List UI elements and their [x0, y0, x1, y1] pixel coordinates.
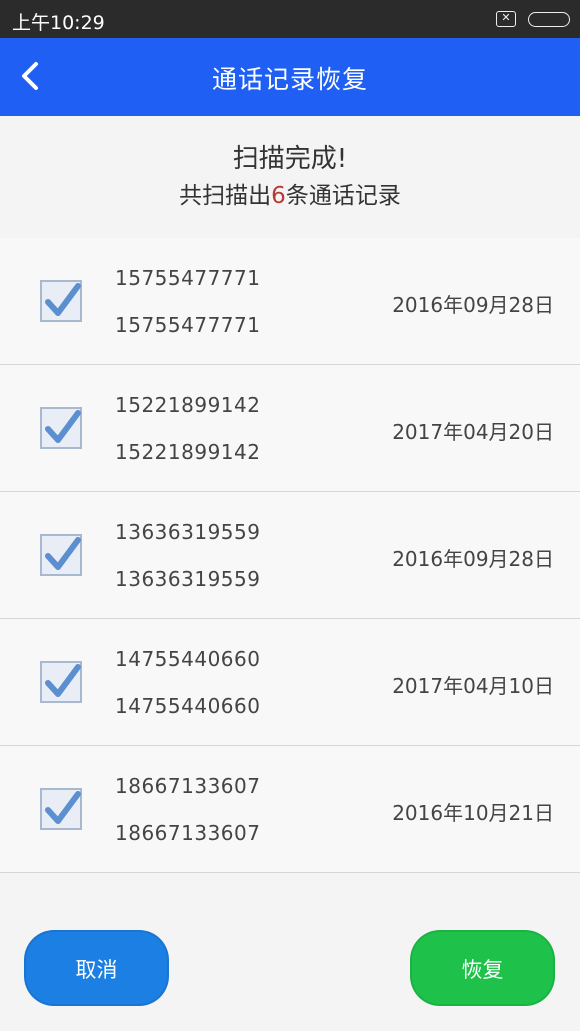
record-number-repeat: 14755440660: [115, 694, 261, 718]
record-number-repeat: 15221899142: [115, 440, 261, 464]
checkmark-icon: [45, 283, 81, 316]
record-row[interactable]: 14755440660 14755440660 2017年04月10日: [0, 619, 580, 746]
record-date: 2016年09月28日: [392, 293, 554, 317]
checkmark-icon: [45, 410, 81, 443]
record-number: 18667133607: [115, 774, 261, 798]
record-checkbox[interactable]: [40, 788, 82, 830]
record-number-repeat: 18667133607: [115, 821, 261, 845]
record-checkbox[interactable]: [40, 280, 82, 322]
record-date: 2017年04月20日: [392, 420, 554, 444]
record-date: 2017年04月10日: [392, 674, 554, 698]
record-row[interactable]: 15221899142 15221899142 2017年04月20日: [0, 365, 580, 492]
record-row[interactable]: 15755477771 15755477771 2016年09月28日: [0, 238, 580, 365]
status-bar: 上午10:29 ✕: [0, 0, 580, 38]
record-checkbox[interactable]: [40, 407, 82, 449]
status-time: 上午10:29: [12, 12, 105, 34]
record-number: 13636319559: [115, 520, 261, 544]
record-number: 15755477771: [115, 266, 261, 290]
scan-count-text: 共扫描出6条通话记录: [0, 176, 580, 210]
count-suffix: 条通话记录: [285, 183, 401, 209]
scan-status-title: 扫描完成!: [232, 144, 348, 174]
record-row[interactable]: 18667133607 18667133607 2016年10月21日: [0, 746, 580, 873]
scan-summary: 扫描完成! 共扫描出6条通话记录: [0, 116, 580, 234]
record-number-repeat: 13636319559: [115, 567, 261, 591]
cancel-button[interactable]: 取消: [24, 930, 169, 1006]
count-prefix: 共扫描出: [179, 183, 272, 209]
count-number: 6: [271, 183, 286, 209]
record-checkbox[interactable]: [40, 661, 82, 703]
record-number-repeat: 15755477771: [115, 313, 261, 337]
page-title: 通话记录恢复: [211, 65, 368, 94]
checkmark-icon: [45, 537, 81, 570]
no-sim-icon: ✕: [496, 11, 516, 27]
record-number: 15221899142: [115, 393, 261, 417]
record-date: 2016年10月21日: [392, 801, 554, 825]
bottom-action-bar: 取消 恢复: [0, 905, 580, 1031]
record-row[interactable]: 13636319559 13636319559 2016年09月28日: [0, 492, 580, 619]
battery-icon: [528, 12, 570, 27]
record-checkbox[interactable]: [40, 534, 82, 576]
call-record-list: 15755477771 15755477771 2016年09月28日 1522…: [0, 238, 580, 873]
checkmark-icon: [45, 791, 81, 824]
record-number: 14755440660: [115, 647, 261, 671]
app-bar: 通话记录恢复: [0, 38, 580, 116]
record-date: 2016年09月28日: [392, 547, 554, 571]
restore-button[interactable]: 恢复: [410, 930, 555, 1006]
checkmark-icon: [45, 664, 81, 697]
